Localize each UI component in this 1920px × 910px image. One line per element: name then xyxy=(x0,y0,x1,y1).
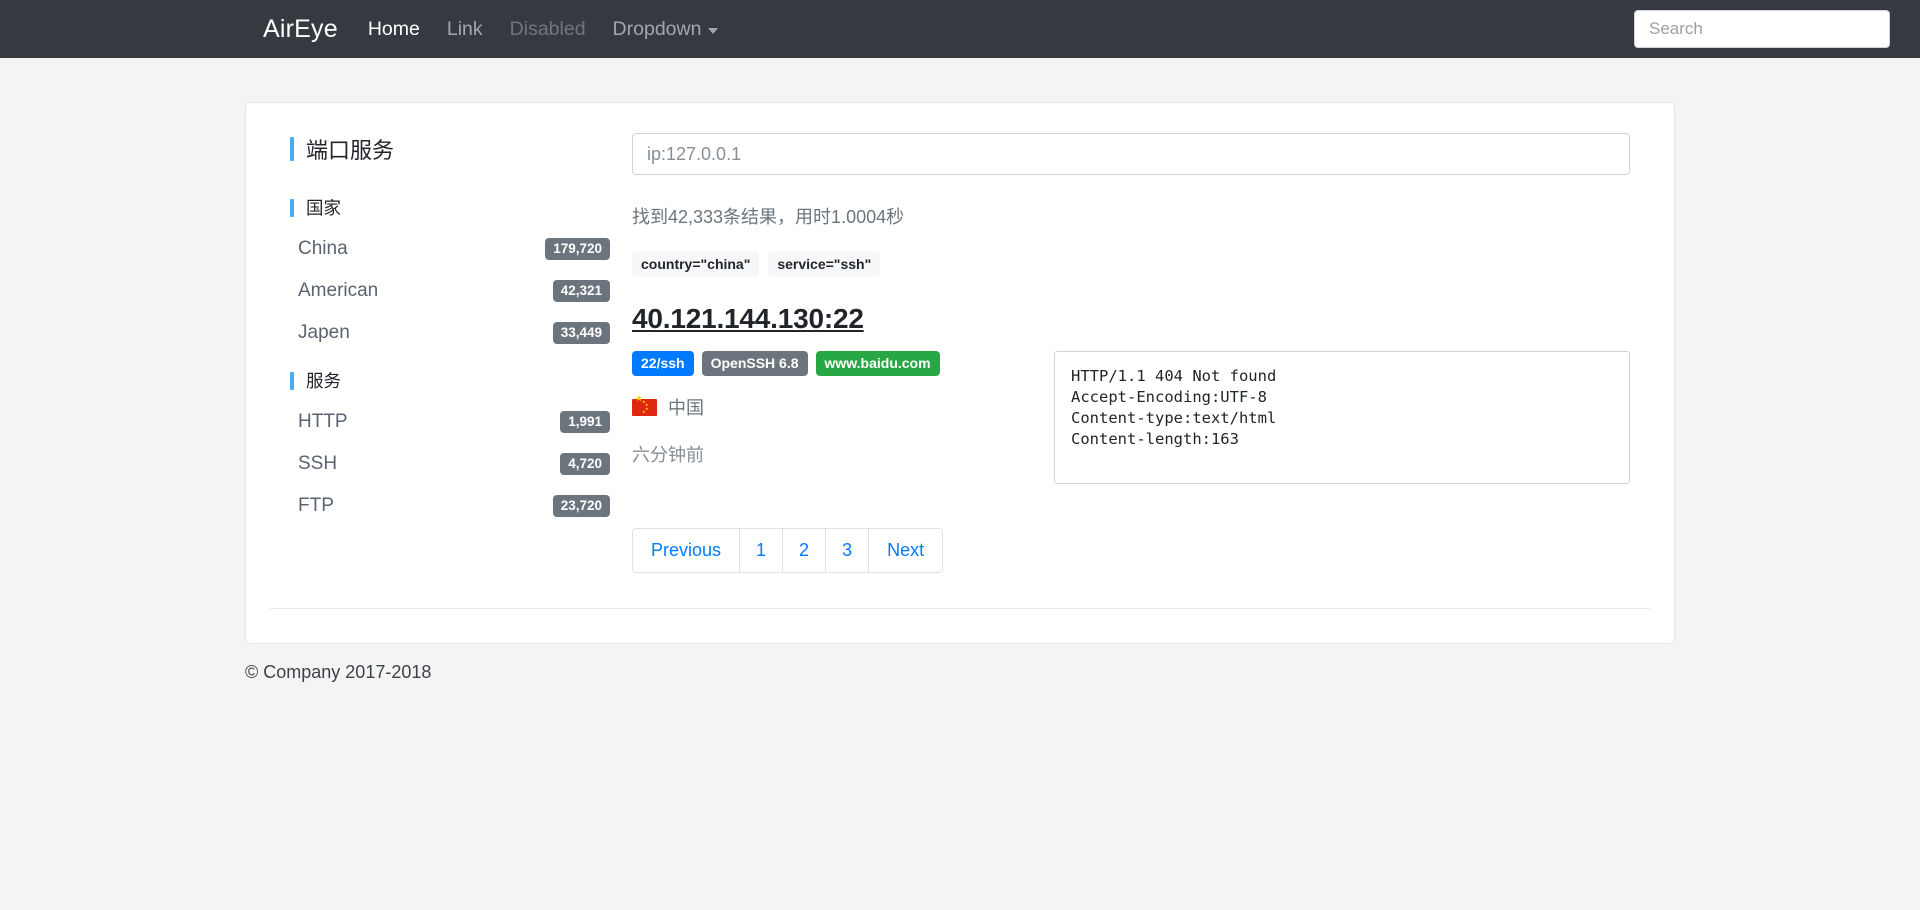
sidebar-group-label-country: 国家 xyxy=(306,198,341,218)
sidebar-item-ftp[interactable]: FTP 23,720 xyxy=(270,485,622,527)
banner-line: Content-type:text/html xyxy=(1071,409,1277,428)
copyright-text: © Company 2017-2018 xyxy=(245,661,432,682)
country-label: 中国 xyxy=(668,398,704,419)
status-badge: 42,321 xyxy=(552,280,610,302)
search-input[interactable] xyxy=(1634,10,1890,48)
top-navbar: AirEye Home Link Disabled Dropdown xyxy=(0,0,1920,58)
nav-link-home[interactable]: Home xyxy=(368,18,420,40)
status-badge: 23,720 xyxy=(552,495,610,517)
query-input[interactable] xyxy=(632,133,1630,175)
nav-item-home[interactable]: Home xyxy=(368,18,420,41)
result-tags: 22/ssh OpenSSH 6.8 www.baidu.com xyxy=(632,351,1004,377)
nav-link-disabled: Disabled xyxy=(509,17,586,40)
sidebar-item-label: SSH xyxy=(298,453,338,474)
sidebar-item-label: American xyxy=(298,280,379,301)
pagination: Previous 1 2 3 Next xyxy=(632,528,944,573)
sidebar-item-label: China xyxy=(298,238,348,259)
sidebar-item-japen[interactable]: Japen 33,449 xyxy=(270,312,622,354)
filter-chip-service[interactable]: service="ssh" xyxy=(768,251,881,277)
banner-line: Content-length:163 xyxy=(1071,430,1239,449)
sidebar-group-heading-country: 国家 xyxy=(290,195,622,220)
sidebar-item-label: HTTP xyxy=(298,411,348,432)
sidebar-item-label: Japen xyxy=(298,322,350,343)
sidebar-item-china[interactable]: China 179,720 xyxy=(270,228,622,270)
accent-bar-icon xyxy=(290,198,294,217)
banner-line: Accept-Encoding:UTF-8 xyxy=(1071,388,1267,407)
result-country: ★ ★ ★ ★ 中国 xyxy=(632,394,1004,420)
nav-item-disabled: Disabled xyxy=(510,18,586,41)
accent-bar-icon xyxy=(290,137,294,161)
result-body: 22/ssh OpenSSH 6.8 www.baidu.com ★ ★ ★ ★ xyxy=(632,351,1630,484)
pagination-previous[interactable]: Previous xyxy=(633,529,741,572)
sidebar-item-american[interactable]: American 42,321 xyxy=(270,270,622,312)
active-filters: country="china" service="ssh" xyxy=(632,251,1630,277)
tag-port-service[interactable]: 22/ssh xyxy=(632,351,694,377)
nav-link-dropdown-label: Dropdown xyxy=(612,17,702,40)
accent-bar-icon xyxy=(290,371,294,390)
results-panel: 找到42,333条结果，用时1.0004秒 country="china" se… xyxy=(622,133,1650,573)
status-badge: 179,720 xyxy=(545,238,610,260)
sidebar-group-label-service: 服务 xyxy=(306,371,341,391)
sidebar-item-label: FTP xyxy=(298,495,334,516)
tag-hostname[interactable]: www.baidu.com xyxy=(815,351,940,377)
status-badge: 1,991 xyxy=(560,411,610,433)
status-badge: 4,720 xyxy=(560,453,610,475)
filter-sidebar: 端口服务 国家 China 179,720 American 42,321 Ja… xyxy=(270,133,622,573)
sidebar-title-label: 端口服务 xyxy=(306,138,395,163)
sidebar-group-heading-service: 服务 xyxy=(290,368,622,393)
pagination-page-2[interactable]: 2 xyxy=(783,529,827,572)
pagination-next[interactable]: Next xyxy=(869,529,943,572)
sidebar-item-http[interactable]: HTTP 1,991 xyxy=(270,401,622,443)
cn-flag-icon: ★ ★ ★ ★ xyxy=(632,398,657,416)
banner-output: HTTP/1.1 404 Not found Accept-Encoding:U… xyxy=(1054,351,1630,484)
result-stats: 找到42,333条结果，用时1.0004秒 xyxy=(632,207,905,227)
main-card: 端口服务 国家 China 179,720 American 42,321 Ja… xyxy=(245,102,1675,644)
pagination-page-1[interactable]: 1 xyxy=(740,529,784,572)
chevron-down-icon xyxy=(708,27,719,34)
page-body: 端口服务 国家 China 179,720 American 42,321 Ja… xyxy=(0,58,1920,683)
filter-chip-country[interactable]: country="china" xyxy=(632,251,760,277)
sidebar-item-ssh[interactable]: SSH 4,720 xyxy=(270,443,622,485)
banner-line: HTTP/1.1 404 Not found xyxy=(1071,367,1277,385)
result-timestamp: 六分钟前 xyxy=(632,445,704,466)
result-title[interactable]: 40.121.144.130:22 xyxy=(632,303,1630,335)
nav-link-dropdown[interactable]: Dropdown xyxy=(613,18,719,41)
nav-item-dropdown[interactable]: Dropdown xyxy=(613,18,719,41)
card-footer-space xyxy=(246,609,1674,643)
nav-links: Home Link Disabled Dropdown xyxy=(368,18,719,41)
nav-link-link[interactable]: Link xyxy=(447,18,483,40)
sidebar-title: 端口服务 xyxy=(290,133,622,165)
nav-item-link[interactable]: Link xyxy=(447,18,483,41)
result-meta: 22/ssh OpenSSH 6.8 www.baidu.com ★ ★ ★ ★ xyxy=(632,351,1004,484)
brand-logo[interactable]: AirEye xyxy=(263,15,338,44)
status-badge: 33,449 xyxy=(552,322,610,344)
tag-software[interactable]: OpenSSH 6.8 xyxy=(701,351,808,377)
pagination-page-3[interactable]: 3 xyxy=(826,529,870,572)
card-inner: 端口服务 国家 China 179,720 American 42,321 Ja… xyxy=(246,133,1674,573)
